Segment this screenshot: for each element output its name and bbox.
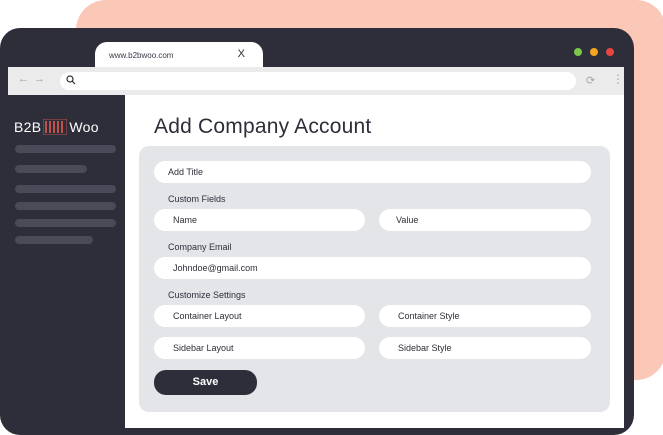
arrow-left-icon[interactable]: ← bbox=[18, 73, 29, 85]
company-email-value: Johndoe@gmail.com bbox=[173, 263, 258, 273]
sidebar-item-placeholder[interactable] bbox=[15, 165, 87, 173]
sidebar-item-placeholder[interactable] bbox=[15, 145, 116, 153]
container-layout-select[interactable]: Container Layout bbox=[154, 305, 365, 327]
sidebar-layout-text: Sidebar Layout bbox=[173, 343, 234, 353]
page-title: Add Company Account bbox=[154, 115, 372, 138]
illustration: www.b2bwoo.com X ← → ⟳ ⋮ B2B Woo Add Com… bbox=[0, 0, 663, 435]
logo-stripes-icon bbox=[43, 119, 68, 135]
window-maximize-dot[interactable] bbox=[590, 48, 598, 56]
reload-icon[interactable]: ⟳ bbox=[586, 74, 595, 87]
browser-tab[interactable]: www.b2bwoo.com X bbox=[95, 42, 263, 70]
sidebar-item-placeholder[interactable] bbox=[15, 219, 116, 227]
close-tab-icon[interactable]: X bbox=[238, 48, 245, 60]
container-layout-text: Container Layout bbox=[173, 311, 242, 321]
sidebar-item-placeholder[interactable] bbox=[15, 202, 116, 210]
logo-text-left: B2B bbox=[14, 119, 42, 135]
value-placeholder: Value bbox=[396, 215, 419, 225]
address-input[interactable] bbox=[60, 72, 576, 90]
sidebar-item-placeholder[interactable] bbox=[15, 185, 116, 193]
more-vertical-icon[interactable]: ⋮ bbox=[612, 72, 624, 86]
tab-title: www.b2bwoo.com bbox=[109, 51, 174, 60]
arrow-right-icon[interactable]: → bbox=[34, 73, 45, 85]
window-minimize-dot[interactable] bbox=[574, 48, 582, 56]
add-title-placeholder: Add Title bbox=[168, 167, 204, 177]
add-title-input[interactable]: Add Title bbox=[154, 161, 591, 183]
custom-field-value-input[interactable]: Value bbox=[379, 209, 591, 231]
window-close-dot[interactable] bbox=[606, 48, 614, 56]
container-style-text: Container Style bbox=[398, 311, 460, 321]
company-email-input[interactable]: Johndoe@gmail.com bbox=[154, 257, 591, 279]
save-button[interactable]: Save bbox=[154, 370, 257, 395]
custom-field-name-input[interactable]: Name bbox=[154, 209, 365, 231]
name-placeholder: Name bbox=[173, 215, 198, 225]
sidebar-style-select[interactable]: Sidebar Style bbox=[379, 337, 591, 359]
logo-text-right: Woo bbox=[69, 119, 99, 135]
sidebar-item-placeholder[interactable] bbox=[15, 236, 93, 244]
search-icon bbox=[66, 75, 76, 85]
container-style-select[interactable]: Container Style bbox=[379, 305, 591, 327]
customize-settings-label: Customize Settings bbox=[168, 290, 246, 300]
sidebar-layout-select[interactable]: Sidebar Layout bbox=[154, 337, 365, 359]
custom-fields-label: Custom Fields bbox=[168, 194, 226, 204]
sidebar-style-text: Sidebar Style bbox=[398, 343, 452, 353]
brand-logo[interactable]: B2B Woo bbox=[14, 118, 99, 136]
company-email-label: Company Email bbox=[168, 242, 232, 252]
